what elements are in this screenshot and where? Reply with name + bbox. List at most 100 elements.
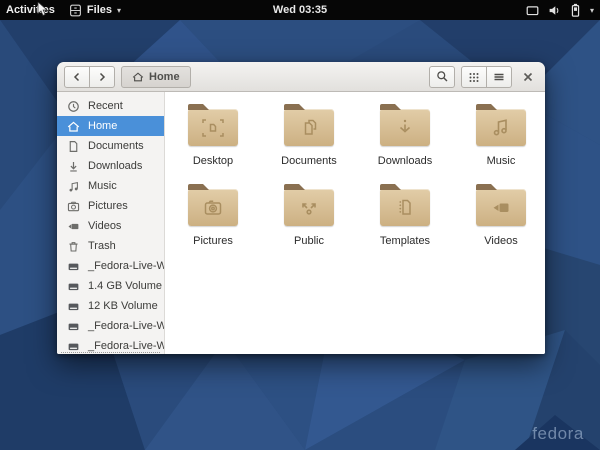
harddisk-icon — [67, 320, 80, 333]
top-bar: Activities Files ▾ Wed 03:35 ▾ — [0, 0, 600, 20]
sidebar-item-label: Downloads — [88, 160, 142, 172]
sidebar-item-label: Pictures — [88, 200, 128, 212]
recent-icon — [67, 100, 80, 113]
file-name: Music — [487, 155, 516, 167]
sidebar-item-documents[interactable]: Documents — [57, 136, 164, 156]
sidebar-item-volume[interactable]: 12 KB Volume — [57, 296, 164, 316]
chevron-down-icon: ▾ — [590, 6, 594, 15]
fedora-logo: fedora — [532, 424, 584, 444]
harddisk-icon — [67, 340, 80, 353]
battery-icon — [570, 3, 581, 17]
sidebar-item-music[interactable]: Music — [57, 176, 164, 196]
sidebar-item-label: 12 KB Volume — [88, 300, 158, 312]
file-name: Pictures — [193, 235, 233, 247]
mouse-cursor — [37, 2, 50, 17]
file-name: Documents — [281, 155, 337, 167]
files-app-icon — [69, 4, 82, 17]
chevron-down-icon: ▾ — [117, 6, 121, 15]
sidebar-item-trash[interactable]: Trash — [57, 236, 164, 256]
share-emblem-icon — [296, 198, 322, 218]
file-name: Desktop — [193, 155, 233, 167]
sidebar-item-label: _Fedora-Live-WS- — [88, 320, 164, 332]
system-status-area[interactable]: ▾ — [526, 0, 594, 20]
sidebar-item-label: _Fedora-Live-WS- — [88, 340, 164, 352]
harddisk-icon — [67, 260, 80, 273]
sidebar-item-home[interactable]: Home — [57, 116, 164, 136]
camera-icon — [67, 200, 80, 213]
sidebar-item-videos[interactable]: Videos — [57, 216, 164, 236]
folder-icon — [188, 109, 238, 146]
close-button[interactable] — [518, 66, 538, 88]
desktop-emblem-icon — [200, 118, 226, 138]
folder-icon — [380, 109, 430, 146]
folder-public[interactable]: Public — [261, 181, 357, 261]
folder-downloads[interactable]: Downloads — [357, 101, 453, 181]
clock[interactable]: Wed 03:35 — [273, 4, 327, 16]
desktop: fedora Activities Files ▾ Wed 03:35 — [0, 0, 600, 450]
file-name: Public — [294, 235, 324, 247]
path-button-home[interactable]: Home — [121, 66, 191, 88]
files-window: Home — [57, 62, 545, 354]
sidebar-item-recent[interactable]: Recent — [57, 96, 164, 116]
search-button[interactable] — [429, 66, 455, 88]
sidebar-item-label: Recent — [88, 100, 123, 112]
home-icon — [67, 120, 80, 133]
app-menu-label: Files — [87, 4, 112, 16]
file-name: Downloads — [378, 155, 432, 167]
trash-icon — [67, 240, 80, 253]
documents-emblem-icon — [296, 118, 322, 138]
folder-documents[interactable]: Documents — [261, 101, 357, 181]
sidebar-item-label: Trash — [88, 240, 116, 252]
headerbar: Home — [57, 62, 545, 92]
back-button[interactable] — [64, 66, 90, 88]
folder-icon — [476, 109, 526, 146]
harddisk-icon — [67, 280, 80, 293]
home-icon — [132, 71, 144, 83]
sidebar-item-label: Music — [88, 180, 117, 192]
folder-templates[interactable]: Templates — [357, 181, 453, 261]
path-label: Home — [149, 71, 180, 83]
video-emblem-icon — [488, 198, 514, 218]
search-icon — [436, 70, 449, 83]
folder-icon — [476, 189, 526, 226]
file-view[interactable]: Desktop Documents — [165, 92, 545, 354]
nav-buttons — [64, 66, 115, 88]
volume-icon — [548, 4, 561, 17]
sidebar-item-pictures[interactable]: Pictures — [57, 196, 164, 216]
folder-icon — [188, 189, 238, 226]
sidebar-item-label: _Fedora-Live-WS- — [88, 260, 164, 272]
sidebar-item-volume[interactable]: _Fedora-Live-WS- — [57, 256, 164, 276]
video-icon — [67, 220, 80, 233]
folder-icon — [380, 189, 430, 226]
templates-emblem-icon — [392, 198, 418, 218]
menu-button[interactable] — [486, 66, 512, 88]
folder-desktop[interactable]: Desktop — [165, 101, 261, 181]
music-note-icon — [67, 180, 80, 193]
download-icon — [67, 160, 80, 173]
folder-videos[interactable]: Videos — [453, 181, 545, 261]
sidebar-item-label: Documents — [88, 140, 144, 152]
sidebar-item-label: Videos — [88, 220, 121, 232]
app-menu-button[interactable]: Files ▾ — [69, 4, 121, 17]
file-name: Templates — [380, 235, 430, 247]
sidebar-item-volume[interactable]: 1.4 GB Volume — [57, 276, 164, 296]
hamburger-icon — [493, 71, 505, 83]
forward-button[interactable] — [89, 66, 115, 88]
document-icon — [67, 140, 80, 153]
folder-icon — [284, 109, 334, 146]
sidebar-item-downloads[interactable]: Downloads — [57, 156, 164, 176]
folder-pictures[interactable]: Pictures — [165, 181, 261, 261]
file-name: Videos — [484, 235, 517, 247]
display-icon — [526, 4, 539, 17]
downloads-emblem-icon — [392, 118, 418, 138]
sidebar-overflow-divider — [61, 352, 160, 353]
grid-view-button[interactable] — [461, 66, 487, 88]
folder-music[interactable]: Music — [453, 101, 545, 181]
sidebar-item-volume[interactable]: _Fedora-Live-WS- — [57, 316, 164, 336]
sidebar-item-label: 1.4 GB Volume — [88, 280, 162, 292]
sidebar-item-label: Home — [88, 120, 117, 132]
close-icon — [523, 72, 533, 82]
view-buttons — [461, 66, 512, 88]
sidebar: Recent Home Documents Downloads Music — [57, 92, 165, 354]
grid-view-icon — [468, 71, 480, 83]
